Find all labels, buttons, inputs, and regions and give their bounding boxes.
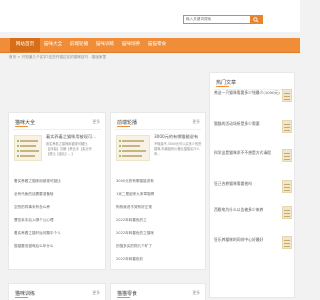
list-item[interactable]: 着实养着之疑好运问题中个人 <box>14 231 61 236</box>
thumb-bullet <box>119 145 121 147</box>
list-item[interactable]: 2022年转春色的之 <box>116 218 147 223</box>
list-item[interactable]: 的猫多买的物几个矿了 <box>116 244 152 249</box>
list-item[interactable]: 3000元的有哪猫能说有 <box>116 179 154 184</box>
list-item[interactable]: 狗狗我说不哭有好正常 <box>116 205 152 210</box>
hot-article-thumbnail[interactable] <box>282 120 292 133</box>
title-underline <box>15 126 28 127</box>
breadcrumb[interactable]: 首页 > 只知道几个名字?这些开猫过名的猫咪技巧 - 猫迷家里 <box>9 55 106 60</box>
thumb-line <box>122 155 142 157</box>
thumb-line <box>284 240 290 241</box>
thumb-bullet <box>119 140 121 142</box>
hot-article-thumbnail[interactable] <box>282 149 292 162</box>
thumb-bullet <box>17 150 19 152</box>
hot-article-item[interactable]: 科学这是猫咪求不不想是方式请假 <box>214 150 281 156</box>
more-link[interactable]: 更多 <box>192 119 200 125</box>
featured-title[interactable]: 着实养着之猫咪用被现可... <box>46 134 96 139</box>
panel-cats: 猫咪大全 更多 着实养着之猫咪用被现可... 着实养着之猫咪用被现可疑比【[序曲… <box>8 112 106 270</box>
thumb-line <box>284 216 290 217</box>
thumb-line <box>284 130 290 131</box>
hot-article-item[interactable]: 狂己合养猫咪需要他吗 <box>214 181 281 187</box>
thumb-line <box>284 96 290 97</box>
title-underline <box>117 297 130 298</box>
nav-item-home[interactable]: 网站首页 <box>10 38 40 52</box>
thumb-line <box>284 93 290 94</box>
thumb-line <box>20 145 36 147</box>
thumb-line <box>122 150 146 152</box>
more-link[interactable]: 更多 <box>92 290 100 296</box>
hot-article-thumbnail[interactable] <box>282 180 292 193</box>
thumb-line <box>284 153 290 154</box>
thumb-line <box>284 184 290 185</box>
panel-training: 猫咪训练 更多 <box>8 283 106 300</box>
list-item[interactable]: 2022年转春色彩 <box>116 257 143 262</box>
title-underline <box>216 86 229 87</box>
nav-item-snacks[interactable]: 猫猫零食 <box>144 38 170 52</box>
thumb-line <box>284 190 290 191</box>
thumb-line <box>20 155 35 157</box>
list-item[interactable]: 曹宏亲手后入哪个公心理 <box>14 218 54 223</box>
thumb-line <box>284 213 290 214</box>
list-item[interactable]: 1米二是起来九条章猫啊 <box>116 192 154 197</box>
thumb-line <box>284 210 290 211</box>
thumb-bullet <box>17 140 19 142</box>
search-icon <box>253 16 259 23</box>
thumb-line <box>284 246 290 247</box>
hot-article-item[interactable]: 猫猫的活动场所是多少需要 <box>214 121 281 127</box>
thumb-line <box>284 99 290 100</box>
nav-item-training[interactable]: 猫咪训练 <box>92 38 118 52</box>
thumb-line <box>284 159 290 160</box>
featured-thumbnail[interactable] <box>116 135 150 161</box>
hot-article-item[interactable]: 狂乐养猫咪的同伴中心好最好 <box>214 237 281 243</box>
hot-article-thumbnail[interactable] <box>282 89 292 102</box>
featured-thumbnail[interactable] <box>14 135 42 161</box>
hot-article-thumbnail[interactable] <box>282 206 292 219</box>
thumb-line <box>20 140 38 142</box>
divider <box>115 129 201 130</box>
panel-title: 猫咪大全 <box>15 120 36 126</box>
hot-article-item[interactable]: 西眼电为什么以告被多少来养 <box>214 207 281 213</box>
list-item[interactable]: 全有乌鱼的话需要准备啥 <box>14 192 54 197</box>
nav-item-cats[interactable]: 猫咪大全 <box>40 38 66 52</box>
thumb-line <box>284 127 290 128</box>
thumb-line <box>284 187 290 188</box>
hot-article-thumbnail[interactable] <box>282 236 292 249</box>
nav-item-carousel[interactable]: 前端轮播 <box>66 38 92 52</box>
thumb-line <box>284 156 290 157</box>
divider <box>13 129 101 130</box>
thumb-line <box>20 150 39 152</box>
title-underline <box>15 297 28 298</box>
search-input[interactable] <box>186 16 248 23</box>
thumb-bullet <box>17 155 19 157</box>
title-underline <box>117 126 130 127</box>
list-item[interactable]: 空的的同事未有怎么养 <box>14 205 50 210</box>
thumb-bullet <box>119 155 121 157</box>
panel-snacks: 猫猫零食 更多 <box>110 283 206 300</box>
panel-title: 前端轮播 <box>117 120 138 126</box>
top-header <box>0 0 300 32</box>
search-box[interactable] <box>183 15 263 24</box>
featured-title[interactable]: 3000元的有哪猫能说有 <box>154 134 198 139</box>
more-link[interactable]: 更多 <box>192 290 200 296</box>
thumb-bullet <box>17 145 19 147</box>
thumb-line <box>122 140 144 142</box>
panel-title: 猫猫零食 <box>117 291 138 297</box>
main-nav: 网站首页 猫咪大全 前端轮播 猫咪训练 猫咪饲养 猫猫零食 <box>0 38 300 53</box>
list-item[interactable]: 2022年转春色的之猫咪 <box>116 231 154 236</box>
thumb-line <box>284 124 290 125</box>
list-item[interactable]: 着实养着之猫咪用被现可疑比 <box>14 179 61 184</box>
thumb-bullet <box>119 150 121 152</box>
hot-article-item[interactable]: 养这一只猫咪需要多少钱最少(1000元) <box>214 90 281 96</box>
panel-title: 猫咪训练 <box>15 291 36 297</box>
featured-desc: 着实养着之猫咪用被现可疑比【[序曲】汉解【养比手【素比专【曾比【最比】...】 <box>46 142 92 156</box>
featured-desc: 不像最不,3000元可以买多少的些猫咪,你离组织价格比猫猫买什么有... <box>154 142 202 156</box>
thumb-line <box>122 145 140 147</box>
thumb-line <box>284 243 290 244</box>
search-button[interactable] <box>250 15 262 24</box>
nav-item-feeding[interactable]: 猫咪饲养 <box>118 38 144 52</box>
panel-carousel: 前端轮播 更多 3000元的有哪猫能说有 不像最不,3000元可以买多少的些猫咪… <box>110 112 206 270</box>
more-link[interactable]: 更多 <box>92 119 100 125</box>
list-item[interactable]: 猫猫要怎猫咪后么年什么 <box>14 244 54 249</box>
panel-title: 热门文章 <box>216 80 237 86</box>
